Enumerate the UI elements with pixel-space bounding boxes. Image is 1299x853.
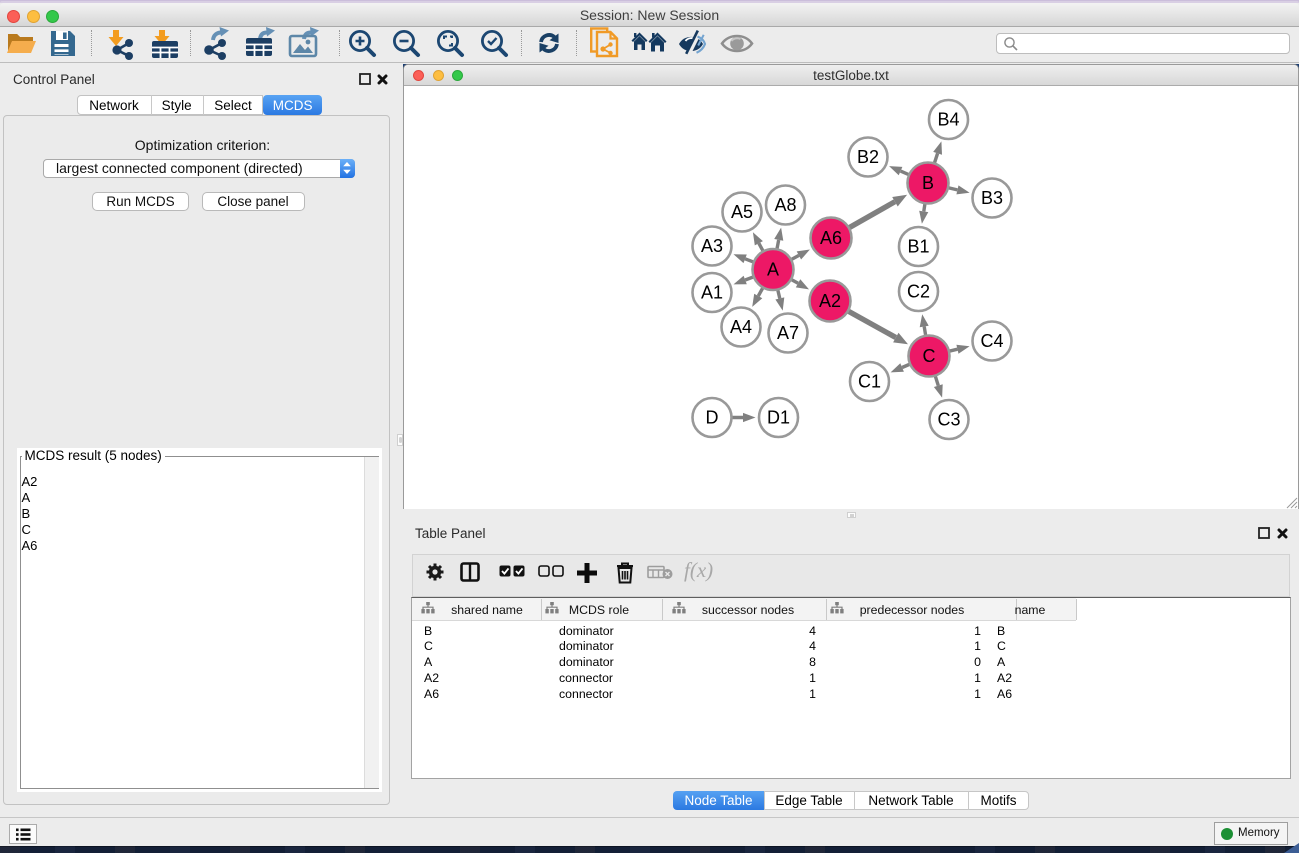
svg-text:A7: A7 bbox=[777, 323, 799, 343]
svg-text:B4: B4 bbox=[937, 110, 959, 130]
svg-text:C3: C3 bbox=[937, 410, 960, 430]
svg-text:A4: A4 bbox=[730, 317, 752, 337]
svg-text:A: A bbox=[767, 260, 779, 280]
svg-text:B2: B2 bbox=[857, 147, 879, 167]
svg-text:A5: A5 bbox=[731, 202, 753, 222]
svg-text:C: C bbox=[923, 346, 936, 366]
svg-text:B: B bbox=[922, 173, 934, 193]
svg-text:A2: A2 bbox=[819, 291, 841, 311]
svg-text:D1: D1 bbox=[767, 408, 790, 428]
svg-text:C2: C2 bbox=[907, 282, 930, 302]
svg-text:C1: C1 bbox=[858, 372, 881, 392]
svg-text:A8: A8 bbox=[774, 195, 796, 215]
svg-text:A1: A1 bbox=[701, 283, 723, 303]
svg-text:A3: A3 bbox=[701, 236, 723, 256]
svg-text:B3: B3 bbox=[981, 188, 1003, 208]
svg-text:C4: C4 bbox=[980, 331, 1003, 351]
svg-text:B1: B1 bbox=[907, 237, 929, 257]
svg-text:A6: A6 bbox=[820, 228, 842, 248]
svg-text:D: D bbox=[706, 408, 719, 428]
